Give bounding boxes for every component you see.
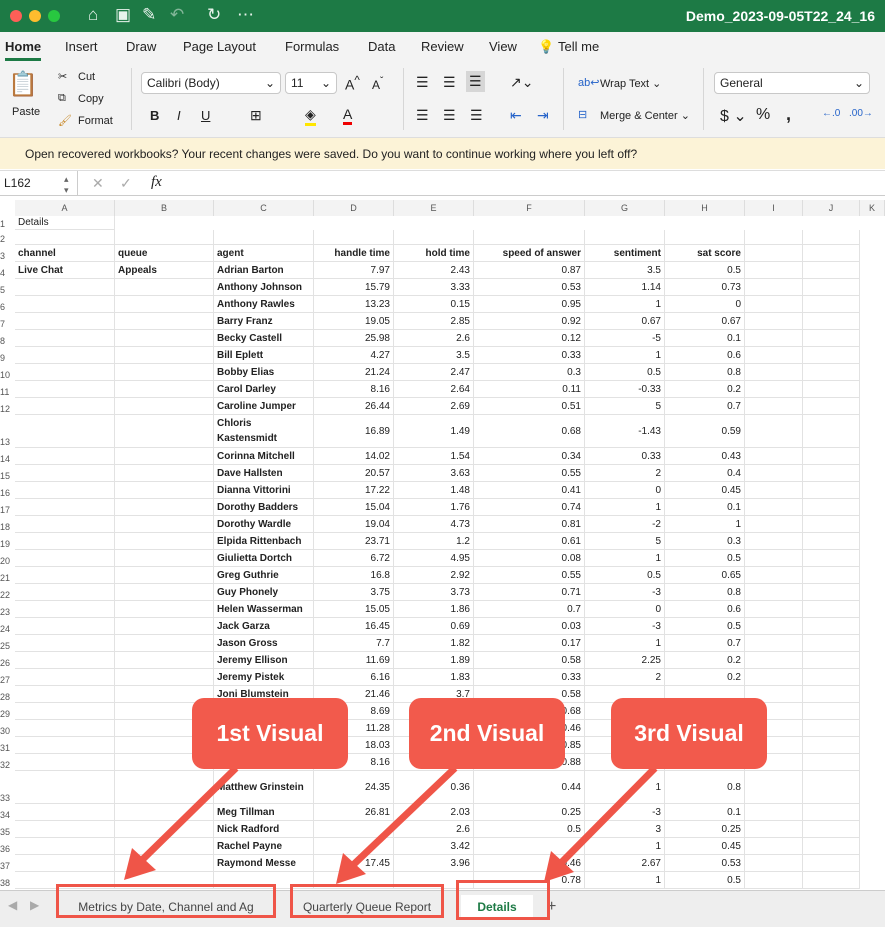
arrow-1 (137, 765, 239, 865)
arrow-2 (349, 765, 458, 869)
callout-2nd-visual: 2nd Visual (409, 698, 565, 769)
callout-3rd-visual: 3rd Visual (611, 698, 767, 769)
callout-arrows (124, 765, 658, 884)
callout-1st-visual: 1st Visual (192, 698, 348, 769)
arrow-3 (557, 765, 658, 867)
